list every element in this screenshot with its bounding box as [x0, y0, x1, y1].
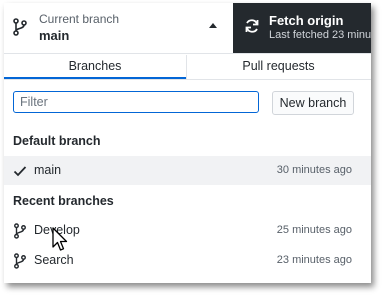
branch-icon	[14, 253, 26, 269]
branch-time: 30 minutes ago	[276, 164, 352, 176]
recent-branches-heading: Recent branches	[13, 194, 114, 208]
tab-divider	[186, 55, 187, 79]
branch-icon	[14, 223, 26, 239]
branch-time: 25 minutes ago	[276, 224, 352, 236]
filter-field[interactable]	[13, 91, 259, 113]
tab-pull-requests[interactable]: Pull requests	[186, 54, 371, 79]
toolbar: Current branch main Fetch origin Last fe…	[4, 3, 371, 54]
branch-name: Search	[34, 253, 74, 267]
fetch-title: Fetch origin	[269, 13, 344, 28]
check-icon	[13, 166, 27, 177]
fetch-subtitle: Last fetched 23 minu	[269, 29, 371, 41]
sync-icon	[245, 19, 259, 33]
current-branch-value: main	[39, 28, 70, 43]
fetch-origin-button[interactable]: Fetch origin Last fetched 23 minu	[233, 3, 371, 53]
branch-row-main[interactable]: main 30 minutes ago	[4, 156, 371, 185]
mouse-pointer-icon	[52, 227, 68, 251]
current-branch-button[interactable]: Current branch main	[4, 3, 232, 53]
new-branch-button[interactable]: New branch	[272, 91, 354, 115]
filter-input[interactable]	[14, 92, 258, 112]
branch-time: 23 minutes ago	[276, 254, 352, 266]
current-branch-label: Current branch	[39, 12, 120, 26]
branch-icon	[13, 18, 27, 36]
tab-bar: Branches Pull requests	[4, 54, 371, 80]
tab-branches[interactable]: Branches	[4, 54, 186, 79]
caret-up-icon	[209, 23, 217, 28]
default-branch-heading: Default branch	[13, 134, 101, 148]
branch-name: main	[34, 163, 62, 177]
